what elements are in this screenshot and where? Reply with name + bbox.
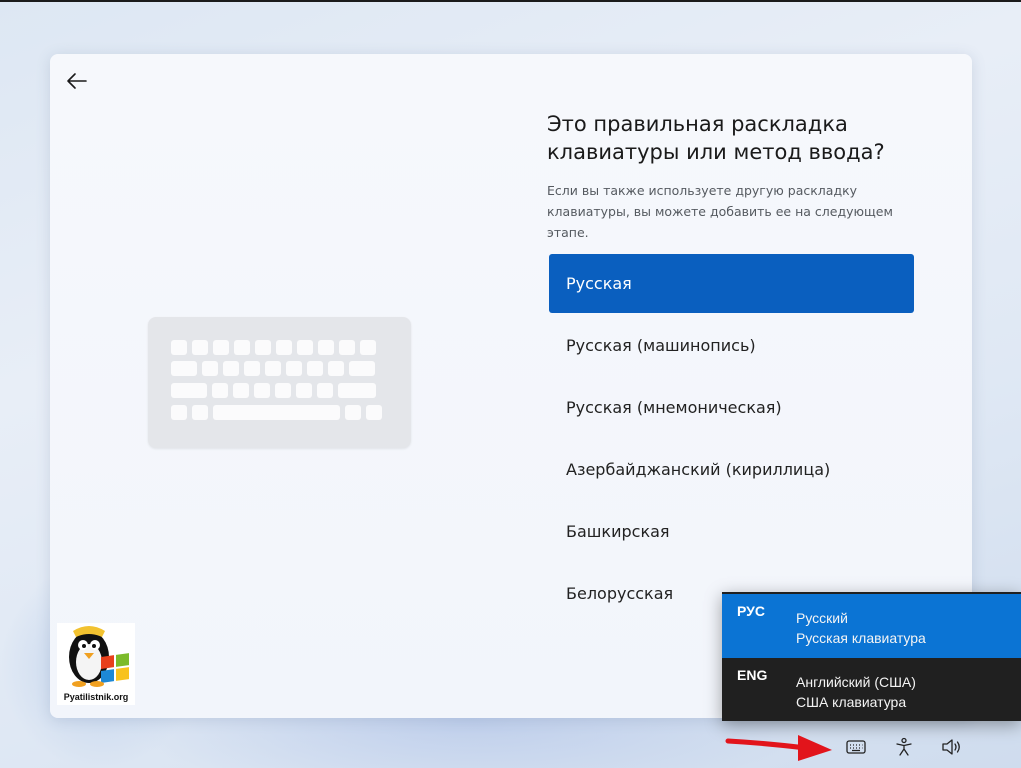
back-arrow-icon: [67, 73, 87, 89]
logo-text: Pyatilistnik.org: [63, 692, 129, 702]
page-subtitle: Если вы также используете другую расклад…: [547, 183, 893, 240]
penguin-logo-icon: [69, 626, 129, 687]
layout-item-russian-typewriter[interactable]: Русская (машинопись): [549, 316, 914, 375]
language-keyboard: США клавиатура: [796, 694, 907, 710]
layout-item-russian-mnemonic[interactable]: Русская (мнемоническая): [549, 378, 914, 437]
keyboard-tray-button[interactable]: [842, 733, 870, 761]
volume-tray-button[interactable]: [938, 733, 966, 761]
language-code: ENG: [737, 667, 768, 683]
back-button[interactable]: [64, 68, 90, 94]
accessibility-tray-button[interactable]: [890, 733, 918, 761]
site-logo: Pyatilistnik.org: [57, 623, 135, 705]
input-language-flyout: РУС Русский Русская клавиатура ENG Англи…: [722, 592, 1021, 721]
language-keyboard: Русская клавиатура: [796, 630, 926, 646]
accessibility-icon: [896, 737, 912, 756]
keyboard-layout-list: Русская Русская (машинопись) Русская (мн…: [549, 254, 914, 626]
language-item-russian[interactable]: РУС Русский Русская клавиатура: [722, 594, 1021, 658]
language-code: РУС: [737, 603, 765, 619]
language-name: Английский (США): [796, 674, 916, 690]
keyboard-illustration: [148, 317, 411, 448]
language-name: Русский: [796, 610, 848, 626]
volume-icon: [942, 739, 960, 755]
layout-item-azerbaijani-cyrillic[interactable]: Азербайджанский (кириллица): [549, 440, 914, 499]
keyboard-icon: [846, 740, 866, 754]
language-item-english[interactable]: ENG Английский (США) США клавиатура: [722, 658, 1021, 722]
page-title: Это правильная раскладка клавиатуры или …: [547, 112, 885, 164]
top-border: [0, 0, 1021, 2]
layout-item-russian[interactable]: Русская: [549, 254, 914, 313]
layout-item-bashkir[interactable]: Башкирская: [549, 502, 914, 561]
annotation-arrow-icon: [725, 735, 832, 761]
